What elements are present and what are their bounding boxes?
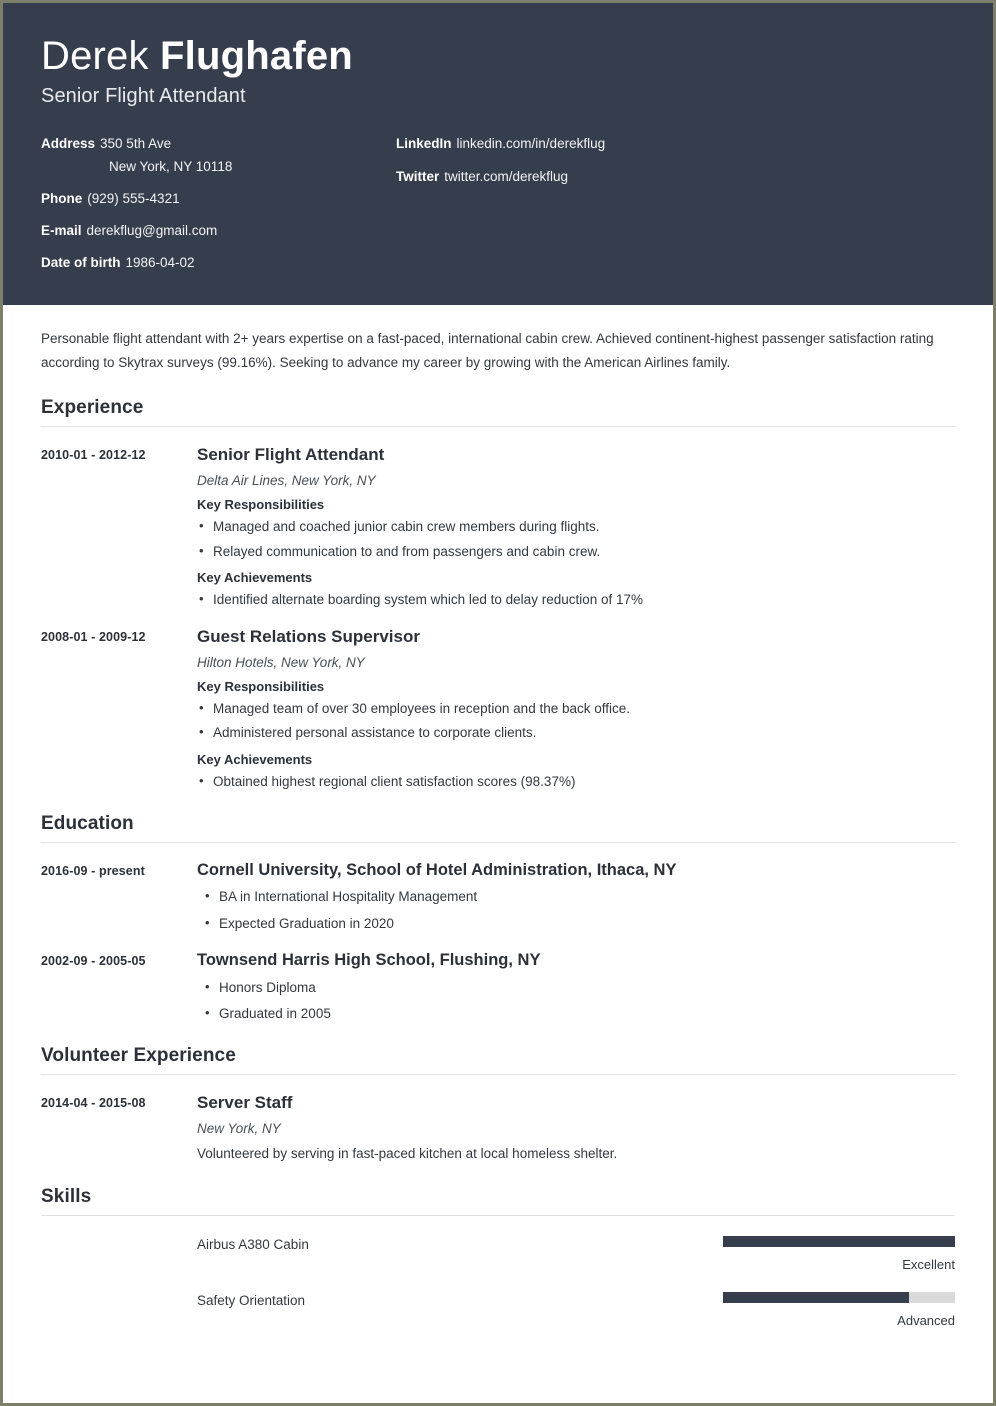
skill-label: Safety Orientation [197, 1293, 306, 1309]
section-title-experience: Experience [41, 397, 955, 428]
contact-value-email[interactable]: derekflug@gmail.com [87, 223, 218, 238]
skill-row: Safety Orientation Advanced [41, 1292, 955, 1328]
page-title: Derek Flughafen [41, 33, 955, 79]
list-item: Managed team of over 30 employees in rec… [197, 699, 955, 718]
entry-content: Cornell University, School of Hotel Admi… [197, 860, 955, 933]
contact-twitter[interactable]: Twitter twitter.com/derekflug [396, 168, 955, 186]
entry-content: Server Staff New York, NY Volunteered by… [197, 1092, 955, 1164]
contact-value-address-line2: New York, NY 10118 [109, 158, 233, 174]
contact-phone: Phone (929) 555-4321 [41, 190, 396, 208]
entry-dates: 2002-09 - 2005-05 [41, 953, 146, 968]
skill-bar-track [723, 1292, 955, 1304]
education-bullets: BA in International Hospitality Manageme… [197, 887, 955, 933]
achievements-list: Obtained highest regional client satisfa… [197, 772, 955, 791]
list-item: Managed and coached junior cabin crew me… [197, 517, 955, 536]
resume-page: Derek Flughafen Senior Flight Attendant … [0, 0, 996, 1406]
experience-entry: 2008-01 - 2009-12 Guest Relations Superv… [41, 626, 955, 791]
entry-title: Cornell University, School of Hotel Admi… [197, 860, 677, 879]
contact-linkedin[interactable]: LinkedIn linkedin.com/in/derekflug [396, 135, 955, 153]
entry-description: Volunteered by serving in fast-paced kit… [197, 1146, 618, 1162]
skill-meter: Advanced [723, 1292, 955, 1328]
entry-content: Townsend Harris High School, Flushing, N… [197, 950, 955, 1023]
list-item: Obtained highest regional client satisfa… [197, 772, 955, 791]
skill-bar-fill [723, 1236, 955, 1248]
entry-title: Senior Flight Attendant [197, 445, 385, 465]
contact-value-twitter[interactable]: twitter.com/derekflug [444, 169, 568, 184]
resume-body: Personable flight attendant with 2+ year… [3, 327, 993, 1328]
entry-dates: 2008-01 - 2009-12 [41, 629, 146, 644]
contact-date-of-birth: Date of birth 1986-04-02 [41, 254, 396, 272]
entry-title: Guest Relations Supervisor [197, 626, 420, 646]
section-title-volunteer: Volunteer Experience [41, 1045, 955, 1075]
contact-label-address: Address [41, 136, 96, 152]
skill-level-label: Advanced [897, 1313, 955, 1329]
entry-subtitle: Delta Air Lines, New York, NY [197, 473, 376, 489]
entry-content: Senior Flight Attendant Delta Air Lines,… [197, 444, 955, 609]
entry-dates: 2016-09 - present [41, 863, 145, 878]
last-name: Flughafen [160, 34, 353, 78]
entry-content: Guest Relations Supervisor Hilton Hotels… [197, 626, 955, 791]
skill-meter: Excellent [723, 1236, 955, 1272]
section-experience: Experience 2010-01 - 2012-12 Senior Flig… [41, 397, 955, 791]
experience-entry: 2010-01 - 2012-12 Senior Flight Attendan… [41, 444, 955, 609]
list-item: Administered personal assistance to corp… [197, 723, 955, 742]
contact-label-twitter: Twitter [396, 168, 440, 184]
entry-dates: 2014-04 - 2015-08 [41, 1095, 146, 1110]
contact-label-linkedin: LinkedIn [396, 136, 452, 152]
contact-label-date-of-birth: Date of birth [41, 255, 121, 271]
education-bullets: Honors Diploma Graduated in 2005 [197, 978, 955, 1023]
list-item: Expected Graduation in 2020 [197, 914, 955, 933]
volunteer-entry: 2014-04 - 2015-08 Server Staff New York,… [41, 1092, 955, 1164]
professional-summary: Personable flight attendant with 2+ year… [41, 331, 934, 371]
contact-column-right: LinkedIn linkedin.com/in/derekflug Twitte… [396, 135, 955, 272]
skill-bar-fill [723, 1292, 909, 1304]
skill-row: Airbus A380 Cabin Excellent [41, 1236, 955, 1272]
section-title-skills: Skills [41, 1186, 955, 1217]
achievements-label: Key Achievements [197, 569, 313, 585]
contact-email[interactable]: E-mail derekflug@gmail.com [41, 222, 396, 240]
entry-dates: 2010-01 - 2012-12 [41, 448, 146, 463]
entry-title: Server Staff [197, 1092, 293, 1112]
contact-value-linkedin[interactable]: linkedin.com/in/derekflug [457, 136, 606, 151]
entry-title: Townsend Harris High School, Flushing, N… [197, 950, 541, 969]
achievements-label: Key Achievements [197, 751, 313, 767]
contact-value-date-of-birth: 1986-04-02 [125, 255, 195, 271]
responsibilities-list: Managed team of over 30 employees in rec… [197, 699, 955, 742]
achievements-list: Identified alternate boarding system whi… [197, 590, 955, 609]
section-title-education: Education [41, 813, 955, 843]
contact-block: Address 350 5th Ave New York, NY 10118 Ph… [41, 135, 955, 272]
contact-label-email: E-mail [41, 223, 82, 239]
contact-label-phone: Phone [41, 190, 83, 206]
list-item: Relayed communication to and from passen… [197, 541, 955, 561]
list-item: Graduated in 2005 [197, 1004, 955, 1023]
responsibilities-label: Key Responsibilities [197, 679, 325, 695]
entry-subtitle: Hilton Hotels, New York, NY [197, 655, 365, 671]
responsibilities-label: Key Responsibilities [197, 497, 325, 513]
list-item: BA in International Hospitality Manageme… [197, 887, 955, 906]
list-item: Honors Diploma [197, 978, 955, 997]
section-volunteer-experience: Volunteer Experience 2014-04 - 2015-08 S… [41, 1045, 955, 1164]
entry-subtitle: New York, NY [197, 1121, 281, 1137]
resume-header: Derek Flughafen Senior Flight Attendant … [3, 3, 993, 305]
first-name: Derek [41, 34, 149, 78]
section-education: Education 2016-09 - present Cornell Univ… [41, 813, 955, 1023]
education-entry: 2016-09 - present Cornell University, Sc… [41, 860, 955, 933]
skill-bar-track [723, 1236, 955, 1248]
contact-value-address: 350 5th Ave [100, 136, 172, 152]
contact-value-phone: (929) 555-4321 [87, 190, 180, 206]
skill-label: Airbus A380 Cabin [197, 1237, 309, 1253]
section-skills: Skills Airbus A380 Cabin Excellent Safet… [41, 1186, 955, 1328]
contact-address: Address 350 5th Ave New York, NY 10118 [41, 135, 396, 175]
education-entry: 2002-09 - 2005-05 Townsend Harris High S… [41, 950, 955, 1023]
contact-column-left: Address 350 5th Ave New York, NY 10118 Ph… [41, 135, 396, 272]
job-title: Senior Flight Attendant [41, 85, 246, 108]
skill-level-label: Excellent [902, 1257, 955, 1273]
responsibilities-list: Managed and coached junior cabin crew me… [197, 517, 955, 561]
list-item: Identified alternate boarding system whi… [197, 590, 955, 609]
